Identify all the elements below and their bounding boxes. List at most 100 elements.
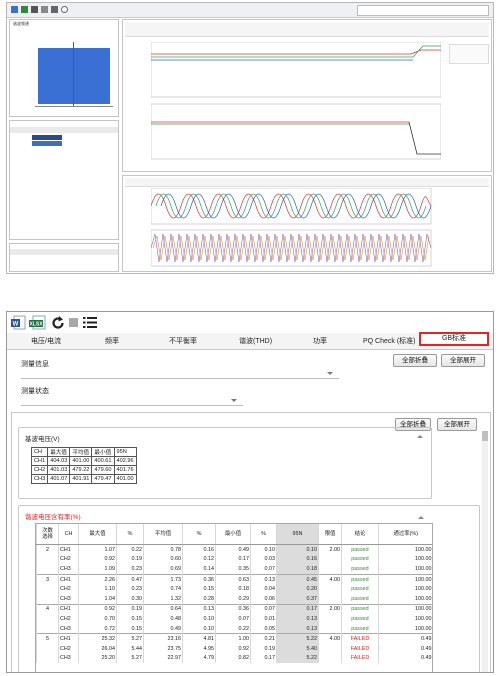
thumb-list-icon[interactable] <box>51 6 58 13</box>
fundamental-header-row: CH 最大值 平均值 最小值 95N <box>30 447 137 457</box>
word-export-icon[interactable]: W <box>11 315 26 330</box>
thumb-spectrum-bar <box>38 48 110 104</box>
thumb-trend-header <box>125 22 489 37</box>
harmonic-row[interactable]: 3 CH1 2.26 0.47 1.73 0.36 0.63 0.13 0.45 4.00 pass… <box>36 574 432 585</box>
harmonic-header-cell: % <box>250 524 277 545</box>
harmonic-limit-cell <box>318 614 342 624</box>
harmonic-limit-cell: 2.00 <box>318 604 342 615</box>
tab-unbalance[interactable]: 不平衡率 <box>169 336 197 346</box>
harmonic-value-cell: 0.17 <box>250 653 277 664</box>
harmonic-order-cell <box>36 623 59 634</box>
stop-icon[interactable] <box>69 318 78 327</box>
harmonic-row[interactable]: CH2 0.70 0.15 0.48 0.10 0.07 0.01 0.13 passed 100… <box>36 614 432 624</box>
tab-power[interactable]: 功率 <box>313 336 327 346</box>
harmonic-value-cell: 0.63 <box>215 574 251 585</box>
gb-standard-window: W XLSX 电压/电流 频率 不平衡率 谐波(THD) 功率 PQ Check… <box>6 311 494 673</box>
harmonic-value-cell: 0.07 <box>250 564 277 575</box>
harmonic-row[interactable]: 4 CH1 0.92 0.19 0.64 0.13 0.36 0.07 0.17 2.00 pass… <box>36 604 432 615</box>
harmonic-channel-cell: CH3 <box>58 564 79 575</box>
list-icon[interactable] <box>83 316 97 329</box>
thumb-word-icon[interactable] <box>11 6 18 13</box>
harmonic-order-cell: 4 <box>36 604 59 615</box>
harmonic-value-cell: 1.07 <box>78 544 117 555</box>
inner-expand-all-button[interactable]: 全部展开 <box>437 418 477 431</box>
fundamental-table: CH 最大值 平均值 最小值 95N CH1 404.03 401.00 400.61 402.9… <box>30 447 137 484</box>
harmonic-value-cell: 0.49 <box>143 623 183 634</box>
harmonic-row[interactable]: CH3 1.09 0.23 0.69 0.14 0.35 0.07 0.18 passed 100… <box>36 564 432 575</box>
harmonic-value-cell: 0.04 <box>250 584 277 594</box>
thumb-sample-header <box>10 249 118 255</box>
harmonic-value-cell: 0.74 <box>143 584 183 594</box>
thumb-excel-icon[interactable] <box>21 6 28 13</box>
harmonic-value-cell: 1.04 <box>78 593 117 605</box>
chevron-down-icon <box>231 399 237 402</box>
thumb-channel-row[interactable] <box>32 141 62 146</box>
fundamental-cell: 401.91 <box>69 474 93 484</box>
fundamental-cell: CH1 <box>30 456 49 466</box>
harmonic-result-cell: passed <box>341 564 379 575</box>
tab-thd[interactable]: 谐波(THD) <box>239 336 272 346</box>
harmonic-row[interactable]: CH2 0.92 0.19 0.60 0.12 0.17 0.03 0.16 passed 100… <box>36 554 432 565</box>
harmonic-limit-cell: 4.00 <box>318 574 342 585</box>
excel-export-icon[interactable]: XLSX <box>29 315 47 330</box>
harmonic-pass-rate-cell: 100.00 <box>378 614 432 624</box>
fundamental-header-cell: CH <box>30 447 49 457</box>
harmonic-order-cell: 5 <box>36 633 59 644</box>
fundamental-cell: 401.03 <box>47 465 71 475</box>
thumb-channel-row-selected[interactable] <box>32 135 62 140</box>
harmonic-value-cell: 0.13 <box>250 574 277 585</box>
harmonic-limit-cell: 2.00 <box>318 544 342 555</box>
harmonic-value-cell: 0.19 <box>116 554 144 565</box>
results-scroll-area[interactable]: 全部折叠 全部展开 基波电压(V) CH 最大值 平均值 最小值 95N CH1 404.0… <box>11 412 491 672</box>
harmonic-order-cell <box>36 584 59 594</box>
refresh-icon[interactable] <box>51 316 65 330</box>
scrollbar-thumb[interactable] <box>482 431 488 441</box>
harmonic-value-cell: 0.92 <box>215 643 251 654</box>
tab-frequency[interactable]: 频率 <box>105 336 119 346</box>
thumbnail-toolbar <box>7 3 493 18</box>
harmonic-value-cell: 22.97 <box>143 653 183 664</box>
harmonic-header-cell: 限值 <box>318 524 342 545</box>
tab-voltage-current[interactable]: 电压/电流 <box>31 336 61 346</box>
tab-pq-check[interactable]: PQ Check (标准) <box>363 336 416 346</box>
harmonic-row[interactable]: CH3 25.20 5.27 22.97 4.79 0.82 0.17 5.22 FAILED 0… <box>36 653 432 664</box>
fundamental-cell: 479.47 <box>91 474 115 484</box>
measure-info-dropdown[interactable] <box>21 368 339 379</box>
harmonic-limit-cell <box>318 643 342 654</box>
harmonic-value-cell: 0.13 <box>276 623 319 634</box>
vertical-scrollbar[interactable] <box>482 431 488 672</box>
measure-state-dropdown[interactable] <box>21 395 243 406</box>
harmonic-header-cell: 次数 选择 <box>36 524 59 545</box>
thumb-stop-icon[interactable] <box>41 6 48 13</box>
harmonic-result-cell: passed <box>341 584 379 594</box>
harmonic-channel-cell: CH3 <box>58 623 79 634</box>
collapse-arrow-icon[interactable] <box>417 435 423 438</box>
harmonic-order-cell <box>36 593 59 605</box>
harmonic-row[interactable]: CH2 26.04 5.44 23.75 4.95 0.92 0.19 5.40 FAILED 0… <box>36 643 432 654</box>
thumb-channel-panel <box>9 120 119 240</box>
expand-all-button[interactable]: 全部展开 <box>441 354 485 367</box>
harmonic-row[interactable]: 5 CH1 25.32 5.27 23.16 4.81 1.00 0.21 5.22 4.00 FA… <box>36 633 432 644</box>
harmonic-header-cell: 结论 <box>341 524 379 545</box>
harmonic-order-cell <box>36 564 59 575</box>
harmonic-order-cell <box>36 554 59 565</box>
harmonic-row[interactable]: 2 CH1 1.07 0.22 0.78 0.16 0.49 0.10 0.10 2.00 pass… <box>36 544 432 555</box>
harmonic-row[interactable]: CH2 1.10 0.23 0.74 0.15 0.18 0.04 0.20 passed 100… <box>36 584 432 594</box>
harmonic-result-cell: passed <box>341 623 379 634</box>
harmonic-row[interactable]: CH3 0.72 0.15 0.49 0.10 0.22 0.05 0.13 passed 100… <box>36 623 432 634</box>
thumb-spectrum-axis <box>35 106 113 107</box>
harmonic-row[interactable]: CH3 1.04 0.30 1.32 0.28 0.29 0.06 0.37 passed 100… <box>36 593 432 605</box>
collapse-all-button[interactable]: 全部折叠 <box>393 354 437 367</box>
thumb-help-icon[interactable] <box>61 6 68 13</box>
harmonic-table-frame: 次数 选择 CH 最大值% 平均值% 最小值% 95N 限值 结论 通过率(%) 2 CH1 1.07 0… <box>35 523 433 672</box>
harmonic-value-cell: 0.22 <box>116 544 144 555</box>
thumb-cursor-line <box>73 42 74 106</box>
harmonic-table: 次数 选择 CH 最大值% 平均值% 最小值% 95N 限值 结论 通过率(%) 2 CH1 1.07 0… <box>36 524 432 664</box>
fundamental-cell: CH3 <box>30 474 49 484</box>
tab-gb-standard[interactable]: GB标准 <box>419 332 489 346</box>
thumb-sample-panel <box>9 243 119 272</box>
collapse-arrow-icon[interactable] <box>418 516 424 519</box>
harmonic-value-cell: 1.10 <box>78 584 117 594</box>
thumb-refresh-icon[interactable] <box>31 6 38 13</box>
harmonic-pass-rate-cell: 0.49 <box>378 633 432 644</box>
